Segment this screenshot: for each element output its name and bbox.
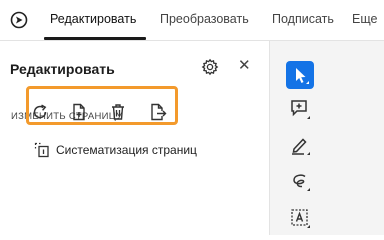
tab-edit[interactable]: Редактировать <box>50 12 136 26</box>
freehand-curve-icon[interactable] <box>286 167 314 195</box>
edit-panel: Редактировать ✕ ИЗМЕНИТЬ СТРАНИЦУ <box>0 41 269 235</box>
extract-page-icon[interactable] <box>148 102 168 122</box>
rotate-icon[interactable] <box>30 102 50 122</box>
delete-icon[interactable] <box>108 102 128 122</box>
draw-pen-icon[interactable] <box>286 131 314 159</box>
tab-sign[interactable]: Подписать <box>272 12 334 26</box>
tool-rail <box>270 41 384 235</box>
text-box-icon[interactable] <box>286 204 314 232</box>
organize-pages-icon <box>34 142 50 158</box>
top-nav-bar: Редактировать Преобразовать Подписать Ещ… <box>0 0 384 40</box>
insert-page-icon[interactable] <box>69 102 89 122</box>
select-cursor-icon[interactable] <box>286 61 314 89</box>
panel-title: Редактировать <box>10 61 115 77</box>
app-menu-icon[interactable] <box>10 11 28 29</box>
gear-icon[interactable] <box>201 58 219 76</box>
tab-convert[interactable]: Преобразовать <box>160 12 249 26</box>
close-icon[interactable]: ✕ <box>238 57 251 75</box>
organize-pages-label: Систематизация страниц <box>56 143 197 157</box>
tab-more[interactable]: Еще <box>352 12 377 26</box>
add-comment-icon[interactable] <box>286 95 314 123</box>
